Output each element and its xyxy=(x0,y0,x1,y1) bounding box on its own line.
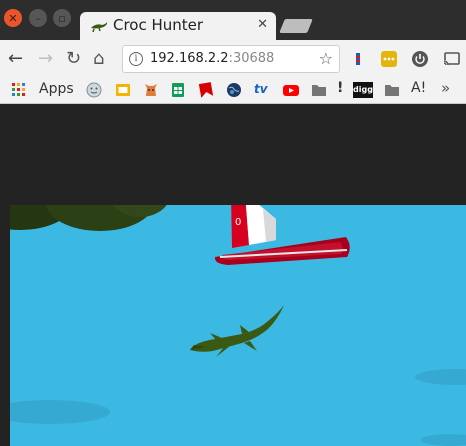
game-scene: 0 xyxy=(10,205,466,446)
toolbar: ← → ↻ ⌂ i 192.168.2.2:30688 ☆ xyxy=(0,40,466,78)
water-ripple xyxy=(415,369,466,385)
address-bar[interactable]: i 192.168.2.2:30688 ☆ xyxy=(122,45,340,73)
digg-bookmark-icon[interactable]: digg xyxy=(353,82,373,98)
sail-label: 0 xyxy=(235,217,241,228)
cast-icon[interactable] xyxy=(443,51,460,67)
forward-button[interactable]: → xyxy=(38,49,53,69)
back-button[interactable]: ← xyxy=(8,49,23,69)
url-port: :30688 xyxy=(228,51,275,66)
new-tab-button[interactable] xyxy=(279,19,313,33)
folder-bookmark-icon-2[interactable] xyxy=(384,82,400,98)
game-page: 0 xyxy=(0,105,466,446)
game-canvas[interactable]: 0 xyxy=(10,205,466,446)
a-bookmark-icon[interactable]: A! xyxy=(411,80,426,96)
youtube-bookmark-icon[interactable] xyxy=(282,82,300,98)
smiley-bookmark-icon[interactable] xyxy=(86,82,102,98)
home-button[interactable]: ⌂ xyxy=(93,49,104,69)
tv-bookmark-icon[interactable]: tv xyxy=(254,82,268,98)
window-maximize-button[interactable]: ▫ xyxy=(53,9,71,27)
boat[interactable]: 0 xyxy=(214,205,350,265)
crocodile-icon xyxy=(90,18,108,37)
cat-bookmark-icon[interactable] xyxy=(143,82,159,98)
url-host: 192.168.2.2 xyxy=(150,51,229,66)
info-icon[interactable]: i xyxy=(129,52,143,66)
bookmark-red-icon[interactable] xyxy=(198,82,214,98)
tab-strip: ✕ – ▫ Croc Hunter ✕ xyxy=(0,0,466,40)
slides-bookmark-icon[interactable] xyxy=(115,82,131,98)
water-ripple xyxy=(10,400,110,424)
url-text[interactable]: 192.168.2.2:30688 xyxy=(150,51,274,66)
water-ripple xyxy=(420,434,466,446)
folder-bookmark-icon[interactable] xyxy=(311,82,327,98)
window-close-button[interactable]: ✕ xyxy=(4,9,22,27)
power-extension-icon[interactable] xyxy=(412,51,428,67)
globe-bookmark-icon[interactable] xyxy=(226,82,242,98)
tab-title: Croc Hunter xyxy=(113,16,204,34)
tab-croc-hunter[interactable]: Croc Hunter ✕ xyxy=(80,12,276,40)
trees xyxy=(10,205,167,231)
bookmarks-bar: Apps tv ! digg A! » xyxy=(0,78,466,104)
tab-close-icon[interactable]: ✕ xyxy=(257,17,268,32)
bookmark-star-icon[interactable]: ☆ xyxy=(319,49,333,68)
browser-window: ✕ – ▫ Croc Hunter ✕ ← → ↻ ⌂ i 192.168.2.… xyxy=(0,0,466,446)
window-minimize-button[interactable]: – xyxy=(29,9,47,27)
lighthouse-extension-icon[interactable] xyxy=(350,51,366,67)
reload-button[interactable]: ↻ xyxy=(66,49,81,69)
more-extension-icon[interactable] xyxy=(381,51,397,67)
crocodile[interactable] xyxy=(190,305,284,357)
exclamation-bookmark-icon[interactable]: ! xyxy=(337,80,343,96)
apps-label[interactable]: Apps xyxy=(39,81,74,97)
apps-icon[interactable] xyxy=(11,82,27,98)
sheets-bookmark-icon[interactable] xyxy=(170,82,186,98)
more-bookmarks-icon[interactable]: » xyxy=(441,79,450,97)
